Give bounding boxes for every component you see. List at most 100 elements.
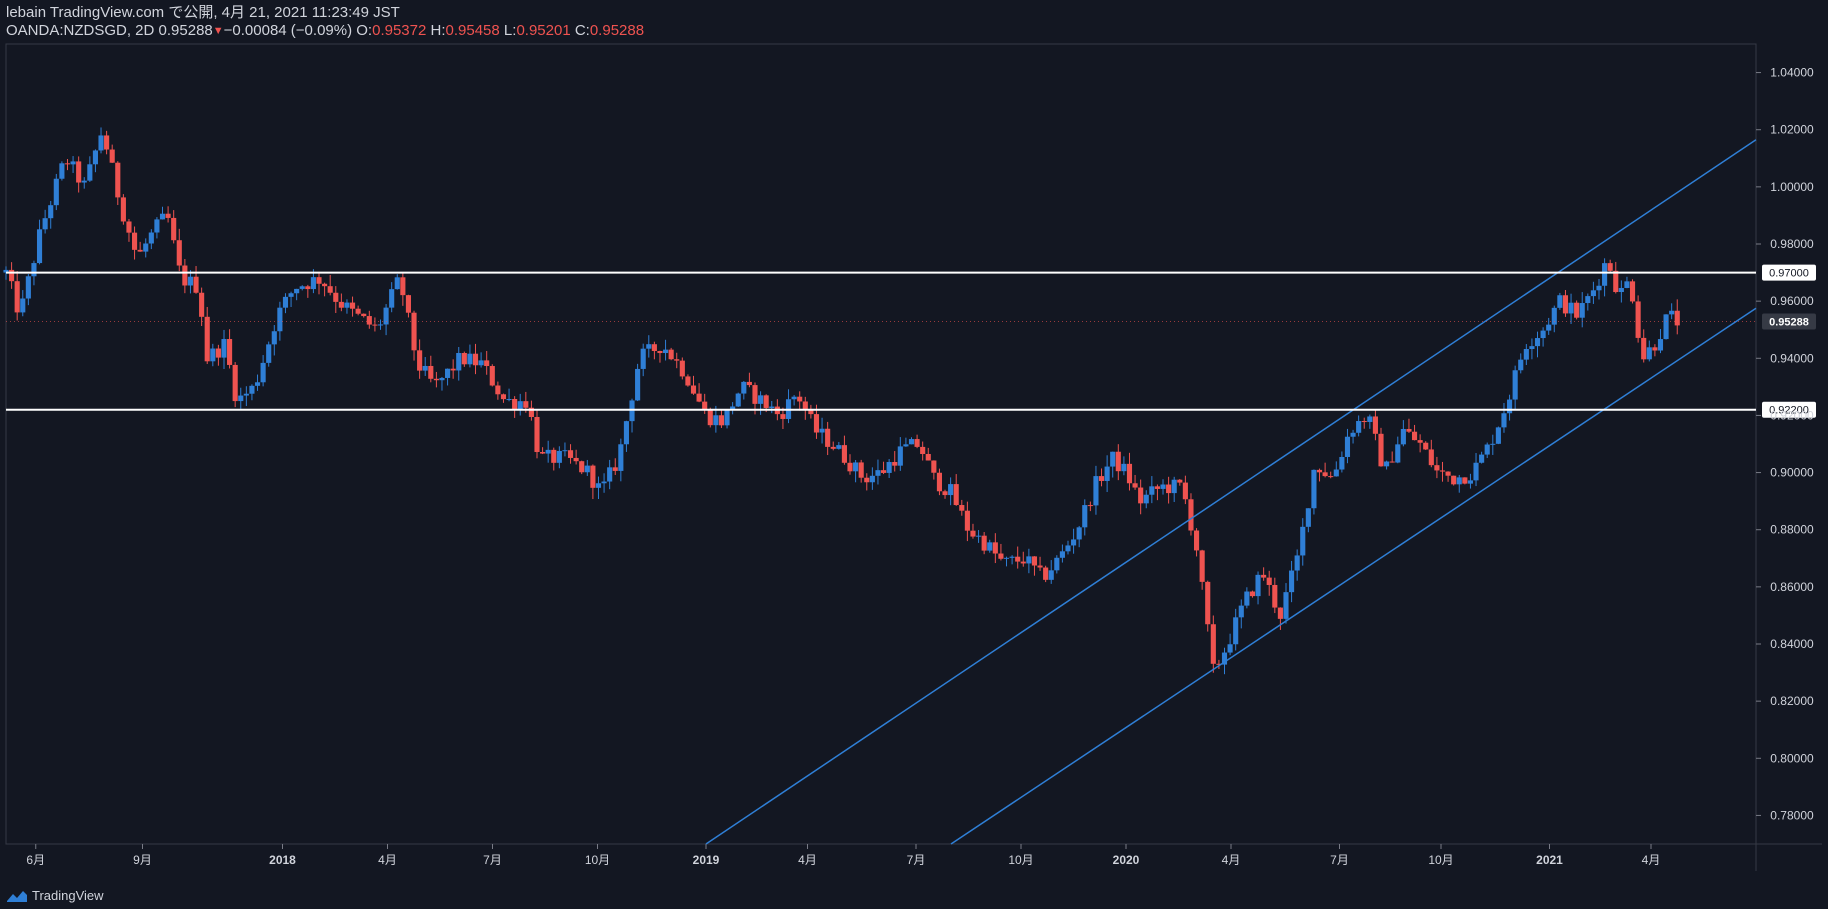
candle-body bbox=[702, 401, 708, 410]
candle-body bbox=[411, 312, 417, 351]
x-tick-label: 7月 bbox=[1330, 853, 1349, 867]
candle-body bbox=[20, 298, 26, 313]
candle-body bbox=[540, 452, 546, 454]
candle-body bbox=[372, 324, 378, 326]
candle-body bbox=[612, 467, 618, 471]
candle-body bbox=[948, 484, 954, 496]
candle-body bbox=[1160, 484, 1166, 489]
candle-body bbox=[1663, 314, 1669, 340]
candle-body bbox=[70, 161, 76, 165]
candle-body bbox=[1238, 605, 1244, 618]
candle-body bbox=[1518, 359, 1524, 371]
candle-body bbox=[461, 353, 467, 365]
candle-body bbox=[662, 349, 669, 354]
price-chart[interactable]: 0.970000.92200 1.04000 1.02000 1.00000 0.98… bbox=[0, 0, 1828, 909]
candle-body bbox=[389, 289, 395, 308]
candle-body bbox=[1193, 530, 1200, 551]
candle-body bbox=[875, 470, 881, 476]
candle-body bbox=[1467, 480, 1474, 484]
candle-body bbox=[595, 483, 602, 488]
candle-body bbox=[1646, 347, 1652, 360]
candle-body bbox=[159, 213, 166, 220]
footer-brand[interactable]: TradingView bbox=[6, 888, 104, 903]
horizontal-levels[interactable]: 0.970000.92200 bbox=[6, 264, 1816, 418]
candle-body bbox=[892, 462, 898, 466]
candle-body bbox=[964, 510, 970, 531]
candle-body bbox=[238, 395, 244, 402]
candle-body bbox=[288, 293, 294, 297]
candle-body bbox=[143, 243, 149, 252]
y-tick-label: 0.92000 bbox=[1770, 408, 1814, 422]
candle-body bbox=[1048, 570, 1054, 580]
candle-body bbox=[1339, 456, 1345, 470]
candle-body bbox=[428, 365, 434, 379]
candle-body bbox=[294, 288, 300, 294]
candle-body bbox=[556, 450, 562, 463]
time-axis[interactable]: 6月 9月 2018 4月 7月 10月 2019 4月 7月 10月 2020 4月 7月 10月 202… bbox=[26, 844, 1660, 867]
candle-body bbox=[1602, 263, 1608, 286]
y-tick-label: 0.84000 bbox=[1770, 637, 1814, 651]
candle-body bbox=[1613, 270, 1619, 293]
candle-body bbox=[377, 324, 384, 326]
candle-body bbox=[327, 286, 333, 293]
candle-body bbox=[908, 439, 915, 445]
candle-body bbox=[120, 197, 126, 222]
candle-body bbox=[1395, 444, 1401, 463]
candle-body bbox=[858, 462, 864, 478]
candle-body bbox=[1132, 483, 1138, 488]
x-tick-label: 7月 bbox=[907, 853, 926, 867]
candle-body bbox=[1523, 348, 1529, 360]
candle-body bbox=[36, 229, 43, 264]
candle-body bbox=[1624, 281, 1630, 288]
channel-lines[interactable] bbox=[705, 139, 1757, 845]
candle-body bbox=[1322, 472, 1328, 477]
y-tick-label: 1.00000 bbox=[1770, 180, 1814, 194]
candle-body bbox=[1367, 416, 1373, 422]
candle-body bbox=[1328, 476, 1334, 478]
candle-body bbox=[361, 313, 367, 317]
candle-body bbox=[215, 348, 221, 358]
candle-body bbox=[1294, 555, 1300, 571]
candle-body bbox=[696, 393, 702, 402]
candle-body bbox=[735, 393, 741, 407]
candle-body bbox=[1210, 624, 1216, 664]
candle-body bbox=[517, 401, 523, 409]
candle-body bbox=[813, 414, 820, 433]
x-tick-label: 4月 bbox=[798, 853, 817, 867]
candle-body bbox=[1674, 310, 1680, 326]
candle-body bbox=[1037, 565, 1043, 568]
candle-body bbox=[897, 446, 903, 466]
candle-body bbox=[864, 477, 870, 483]
candle-body bbox=[808, 410, 814, 415]
y-tick-label: 0.80000 bbox=[1770, 751, 1814, 765]
candle-body bbox=[1350, 432, 1356, 437]
candle-body bbox=[260, 362, 266, 383]
price-axis[interactable]: 1.04000 1.02000 1.00000 0.98000 0.96000 0.940… bbox=[1756, 66, 1814, 823]
y-tick-label: 0.82000 bbox=[1770, 694, 1814, 708]
y-tick-label: 0.96000 bbox=[1770, 294, 1814, 308]
candle-body bbox=[1311, 469, 1317, 509]
candle-body bbox=[1316, 469, 1323, 473]
candle-body bbox=[1115, 451, 1121, 472]
candle-body bbox=[400, 277, 406, 296]
candle-body bbox=[1562, 295, 1569, 314]
candle-body bbox=[1618, 287, 1624, 293]
candle-body bbox=[718, 415, 725, 426]
candle-body bbox=[1043, 567, 1049, 580]
candle-body bbox=[914, 439, 920, 447]
candle-body bbox=[204, 316, 210, 362]
candle-body bbox=[1188, 499, 1194, 531]
candle-body bbox=[53, 178, 59, 206]
tradingview-logo-icon bbox=[7, 890, 27, 902]
candle-body bbox=[1356, 421, 1362, 433]
candle-body bbox=[1657, 339, 1664, 351]
candle-body bbox=[126, 221, 132, 233]
candle-body bbox=[355, 308, 361, 314]
candle-body bbox=[98, 135, 104, 151]
x-tick-label: 7月 bbox=[483, 853, 502, 867]
candle-body bbox=[439, 377, 445, 381]
y-tick-label: 0.88000 bbox=[1770, 523, 1814, 537]
candle-body bbox=[249, 385, 255, 394]
candle-body bbox=[59, 163, 65, 179]
candle-body bbox=[450, 368, 456, 371]
